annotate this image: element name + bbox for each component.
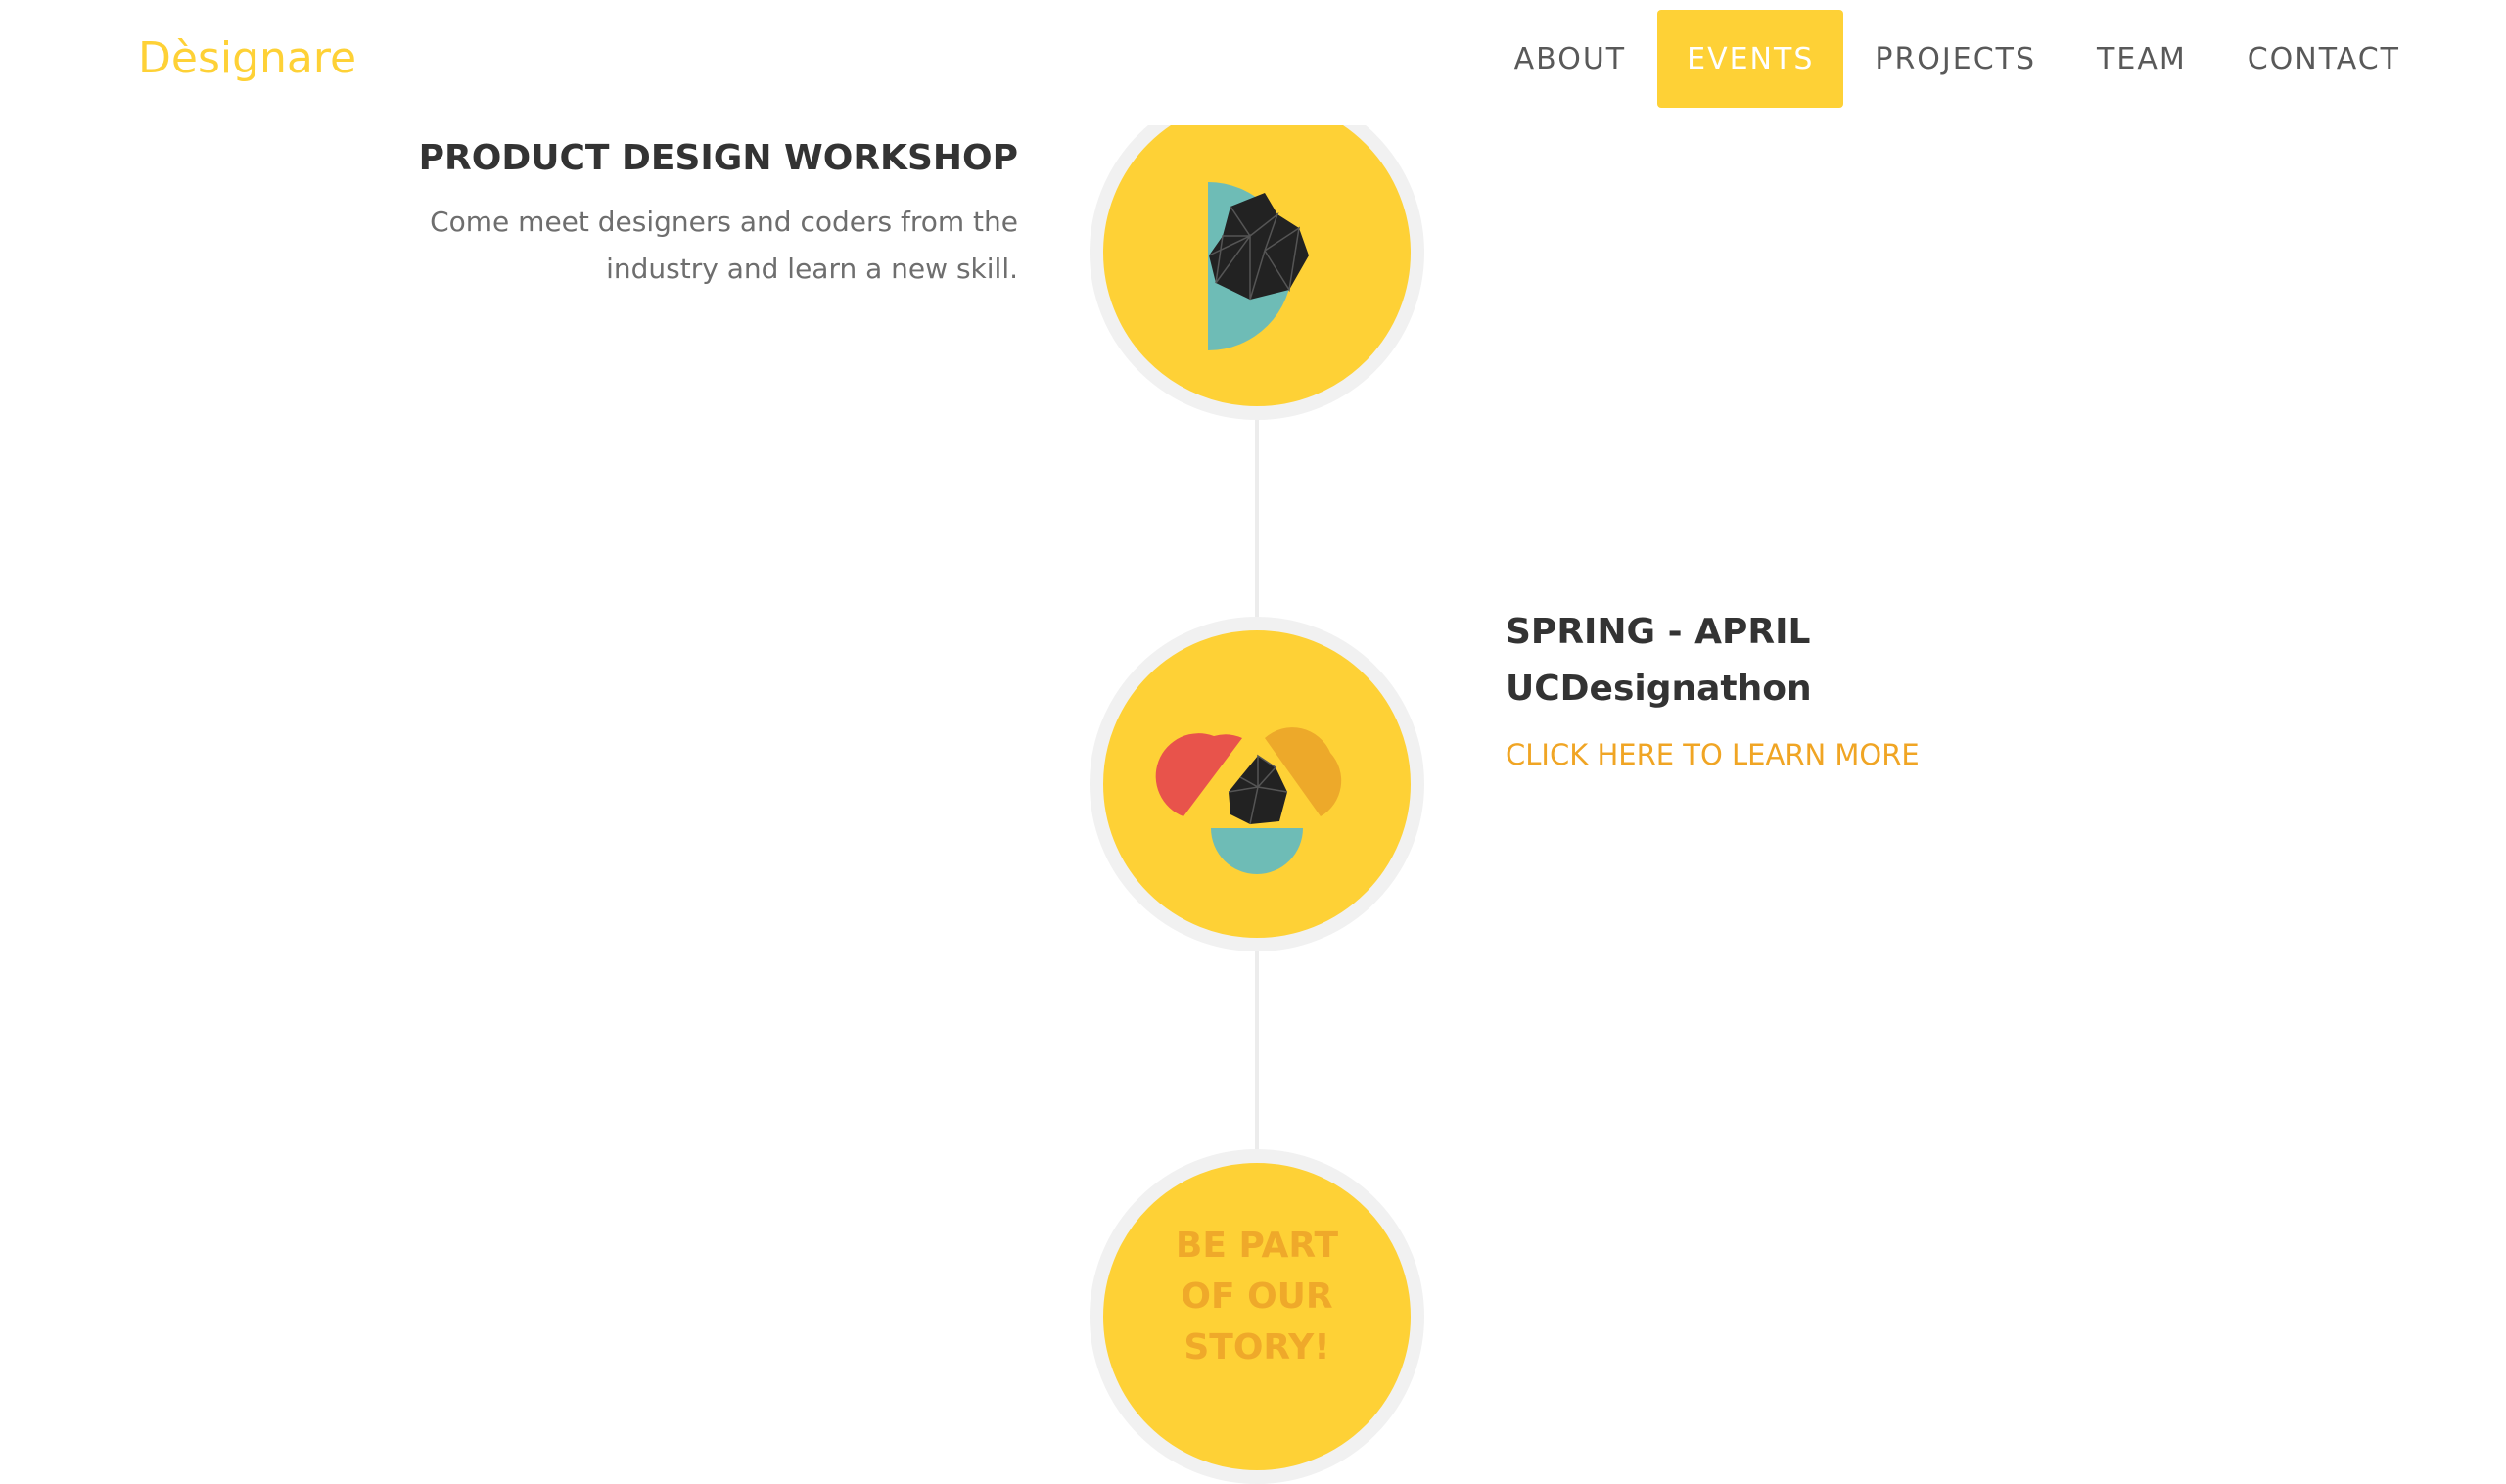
nav-item-contact[interactable]: CONTACT xyxy=(2218,10,2430,108)
teal-half-circle-with-black-gem-icon xyxy=(1208,182,1309,350)
story-line-3: STORY! xyxy=(1183,1327,1330,1368)
nav-item-about[interactable]: ABOUT xyxy=(1485,10,1655,108)
event-image-product-design xyxy=(1090,85,1424,420)
event-image-designathon xyxy=(1090,617,1424,951)
event-title-designathon: UCDesignathon xyxy=(1506,669,1812,709)
nav-item-team[interactable]: TEAM xyxy=(2067,10,2216,108)
brand-logo-link[interactable]: Dèsignare xyxy=(138,29,356,88)
story-line-1: BE PART xyxy=(1175,1226,1339,1266)
event-description-line1: Come meet designers and coders from the xyxy=(430,206,1018,238)
join-story-text: BE PART OF OUR STORY! xyxy=(1149,1221,1365,1373)
event-description-line2: industry and learn a new skill. xyxy=(606,253,1018,285)
nav-menu: ABOUT EVENTS PROJECTS TEAM CONTACT xyxy=(1483,10,2430,108)
event-title-product-design: PRODUCT DESIGN WORKSHOP xyxy=(418,138,1018,178)
nav-item-projects[interactable]: PROJECTS xyxy=(1845,10,2065,108)
nav-item-events[interactable]: EVENTS xyxy=(1657,10,1844,108)
join-story-circle: BE PART OF OUR STORY! xyxy=(1090,1149,1424,1484)
navbar: Dèsignare ABOUT EVENTS PROJECTS TEAM CON… xyxy=(0,0,2506,125)
tricolor-venn-with-black-gem-icon xyxy=(1155,727,1342,874)
learn-more-link[interactable]: CLICK HERE TO LEARN MORE xyxy=(1506,731,1920,778)
story-line-2: OF OUR xyxy=(1181,1276,1333,1317)
event-date: SPRING - APRIL xyxy=(1506,612,1811,652)
